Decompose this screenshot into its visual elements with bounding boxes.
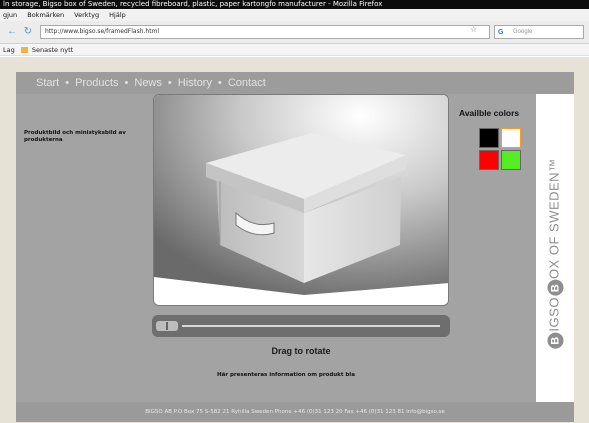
bookmark-star-icon[interactable]: ☆ [470, 25, 477, 34]
nav-start[interactable]: Start • [36, 76, 69, 90]
reload-icon[interactable]: ↻ [22, 26, 34, 38]
left-sidebar: Produktbild och ministyksbild av produkt… [16, 94, 151, 402]
colors-title: Availble colors [459, 108, 520, 118]
menu-item-tools[interactable]: Verktyg [74, 11, 99, 19]
brand-column: BIGSOBOX OF SWEDEN™ [536, 94, 574, 402]
website-frame: Start • Products • News • History • Contact … [16, 72, 574, 422]
nav-products[interactable]: Products • [75, 76, 128, 90]
nav-history[interactable]: History • [178, 76, 222, 90]
bookmark-item-lag[interactable]: Lag [3, 46, 15, 54]
bookmarks-toolbar: Lag Senaste nytt [0, 44, 589, 56]
search-placeholder: Google [513, 29, 533, 35]
product-3d-viewer[interactable] [153, 94, 449, 306]
drag-to-rotate-label: Drag to rotate [271, 346, 331, 356]
slider-track[interactable] [182, 325, 440, 327]
window-title: ln storage, Bigso box of Sweden, recycle… [0, 0, 589, 9]
product-viewer-area: Drag to rotate Här presenteras informati… [151, 94, 451, 402]
menu-item-bookmarks[interactable]: Bokmärken [27, 11, 64, 19]
bigso-logo: BIGSOBOX OF SWEDEN™ [547, 158, 564, 349]
nav-contact[interactable]: Contact [228, 76, 266, 90]
nav-news[interactable]: News • [134, 76, 171, 90]
colors-panel: Availble colors [451, 94, 536, 402]
site-footer: BIGSO AB P.O Box 75 S-582 21 Ryhilla Swe… [16, 402, 574, 422]
menu-item-1[interactable]: gjun [3, 11, 17, 19]
bookmark-item-news[interactable]: Senaste nytt [32, 46, 73, 54]
search-input[interactable]: G Google [494, 25, 584, 39]
product-description: Produktbild och ministyksbild av produkt… [24, 130, 126, 143]
navigation-toolbar: ← ↻ http://www.bigso.se/framedFlash.html… [0, 21, 589, 44]
slider-handle[interactable] [156, 321, 178, 331]
address-bar[interactable]: http://www.bigso.se/framedFlash.html [40, 25, 490, 39]
swatch-black[interactable] [479, 128, 499, 148]
storage-box-image [154, 95, 448, 305]
google-icon: G [498, 29, 504, 36]
menu-item-help[interactable]: Hjälp [109, 11, 126, 19]
site-navigation: Start • Products • News • History • Contact [16, 72, 574, 94]
swatch-green[interactable] [501, 150, 521, 170]
rss-folder-icon [20, 47, 28, 53]
swatch-red[interactable] [479, 150, 499, 170]
menu-bar: gjun Bokmärken Verktyg Hjälp [0, 9, 589, 21]
back-arrow-icon[interactable]: ← [6, 26, 18, 38]
swatch-white[interactable] [501, 128, 521, 148]
product-info-text: Här presenteras information om produkt b… [217, 372, 355, 378]
rotation-slider[interactable] [152, 315, 450, 337]
